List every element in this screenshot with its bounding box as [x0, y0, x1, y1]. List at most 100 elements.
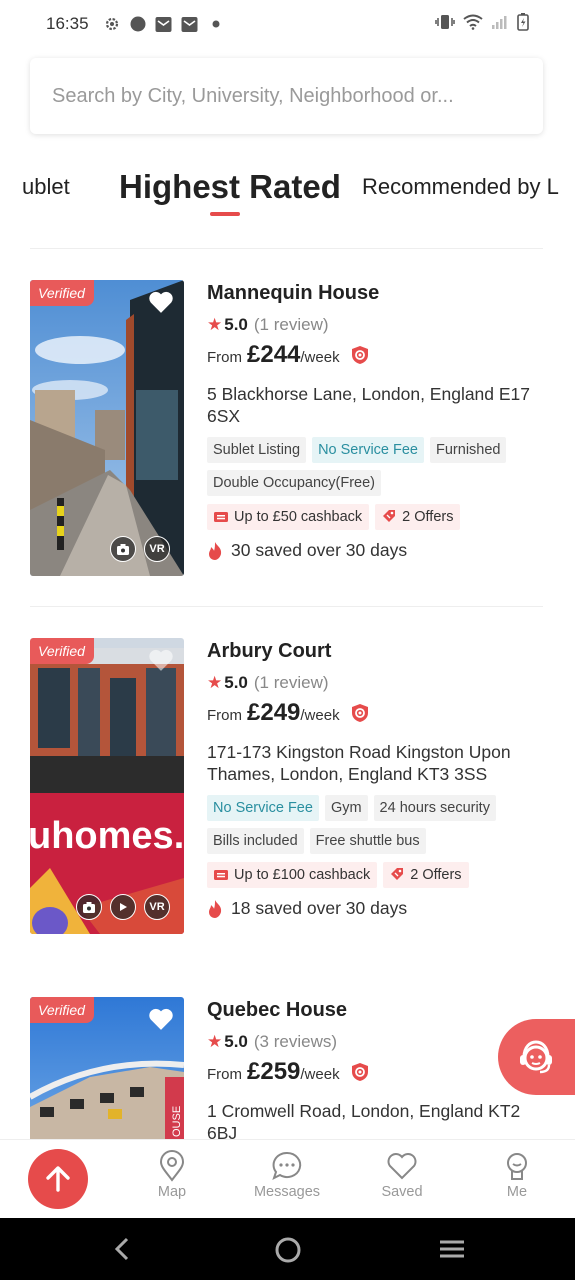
- listing-title[interactable]: Mannequin House: [207, 282, 543, 305]
- vibrate-icon: [435, 14, 455, 35]
- tag: Gym: [324, 795, 368, 821]
- price-amount: £249: [247, 699, 301, 726]
- listing-price: From £259 /week: [207, 1058, 543, 1086]
- favorite-heart-icon[interactable]: [148, 290, 174, 314]
- price-prefix: From: [207, 349, 242, 366]
- search-input[interactable]: [52, 84, 521, 108]
- price-prefix: From: [207, 707, 242, 724]
- nav-label: Messages: [253, 1184, 321, 1200]
- photo-sign-text: uhomes.c: [30, 815, 184, 857]
- listing-photo[interactable]: Verified VR: [30, 280, 184, 576]
- listing-tags: No Service Fee Gym 24 hours security Bil…: [207, 795, 543, 854]
- category-tabs: ublet Highest Rated Recommended by L: [0, 160, 575, 220]
- cashback-text: Up to £100 cashback: [234, 867, 371, 883]
- cashback-text: Up to £50 cashback: [234, 509, 363, 525]
- cashback-perk[interactable]: Up to £50 cashback: [207, 504, 370, 530]
- saved-count-row: 30 saved over 30 days: [207, 540, 543, 561]
- active-tab-indicator: [210, 212, 240, 216]
- tab-highest-rated[interactable]: Highest Rated: [119, 168, 341, 206]
- nav-item-messages[interactable]: Messages: [242, 1150, 332, 1200]
- price-guarantee-shield-icon[interactable]: [350, 1062, 370, 1082]
- nav-item-map[interactable]: Map: [127, 1150, 217, 1200]
- nav-label: Map: [157, 1184, 187, 1200]
- listing-address: 171-173 Kingston Road Kingston Upon Tham…: [207, 742, 511, 784]
- person-icon: [507, 1153, 527, 1180]
- price-guarantee-shield-icon[interactable]: [350, 345, 370, 365]
- offers-perk[interactable]: 2 Offers: [383, 862, 469, 888]
- nav-item-saved[interactable]: Saved: [357, 1150, 447, 1200]
- listing-card[interactable]: Verified VR Mannequin House ★ 5.0 (1 rev…: [30, 280, 543, 580]
- listing-card[interactable]: uhomes.c Verified VR Arbury Court ★ 5.0 …: [30, 638, 543, 938]
- star-icon: ★: [207, 673, 223, 692]
- divider: [30, 606, 543, 607]
- offers-perk[interactable]: 2 Offers: [375, 504, 461, 530]
- photo-gallery-icon[interactable]: [110, 536, 136, 562]
- tab-recommended[interactable]: Recommended by L: [362, 174, 559, 200]
- notification-dot-icon: [207, 15, 225, 33]
- listing-address: 1 Cromwell Road, London, England KT2 6BJ: [207, 1101, 521, 1139]
- tag: 24 hours security: [373, 795, 496, 821]
- video-play-icon[interactable]: [110, 894, 136, 920]
- vr-tour-button[interactable]: VR: [144, 536, 170, 562]
- tab-sublet[interactable]: ublet: [22, 174, 70, 200]
- battery-charging-icon: [517, 12, 529, 36]
- listing-tags: Sublet Listing No Service Fee Furnished …: [207, 437, 543, 496]
- chat-bubble-icon: [272, 1151, 302, 1180]
- photo-sign-text: OUSE: [171, 1106, 183, 1137]
- price-amount: £244: [247, 341, 301, 368]
- price-amount: £259: [247, 1058, 301, 1085]
- status-time: 16:35: [46, 14, 89, 33]
- offers-text: 2 Offers: [410, 867, 462, 883]
- rating-value: 5.0: [224, 673, 248, 692]
- tag-no-service-fee: No Service Fee: [207, 795, 319, 821]
- verified-badge: Verified: [30, 638, 94, 664]
- star-icon: ★: [207, 315, 223, 334]
- fire-icon: [209, 541, 222, 560]
- tag: Double Occupancy(Free): [207, 470, 381, 496]
- listing-address: 5 Blackhorse Lane, London, England E17 6…: [207, 384, 531, 426]
- listing-rating: ★ 5.0 (1 review): [207, 673, 543, 693]
- price-suffix: /week: [300, 349, 340, 366]
- tag: Furnished: [430, 437, 507, 463]
- listing-photo-image: [30, 280, 184, 576]
- search-bar[interactable]: [30, 58, 543, 134]
- scroll-to-top-button[interactable]: [28, 1149, 88, 1209]
- offers-text: 2 Offers: [402, 509, 454, 525]
- photo-gallery-icon[interactable]: [76, 894, 102, 920]
- customer-support-button[interactable]: [498, 1019, 575, 1095]
- star-icon: ★: [207, 1032, 223, 1051]
- nav-item-me[interactable]: Me: [472, 1150, 562, 1200]
- tag: Free shuttle bus: [309, 828, 426, 854]
- listing-photo[interactable]: OUSE Verified: [30, 997, 184, 1139]
- back-icon[interactable]: [110, 1236, 134, 1262]
- favorite-heart-icon[interactable]: [148, 648, 174, 672]
- price-guarantee-shield-icon[interactable]: [350, 703, 370, 723]
- system-nav-bar: [0, 1218, 575, 1280]
- price-suffix: /week: [300, 707, 340, 724]
- tag: Sublet Listing: [207, 437, 307, 463]
- cashback-ticket-icon: [214, 870, 228, 880]
- mail-icon: [181, 15, 199, 33]
- cashback-ticket-icon: [214, 512, 228, 522]
- listing-photo[interactable]: uhomes.c Verified VR: [30, 638, 184, 934]
- listing-card[interactable]: OUSE Verified Quebec House ★ 5.0 (3 revi…: [30, 997, 543, 1139]
- price-prefix: From: [207, 1066, 242, 1083]
- home-icon[interactable]: [274, 1236, 302, 1264]
- nav-label: Me: [506, 1184, 528, 1200]
- listing-title[interactable]: Quebec House: [207, 999, 543, 1022]
- verified-badge: Verified: [30, 280, 94, 306]
- bottom-nav: Map Messages Saved Me: [0, 1139, 575, 1218]
- cashback-perk[interactable]: Up to £100 cashback: [207, 862, 378, 888]
- recent-apps-icon[interactable]: [438, 1236, 466, 1262]
- offer-tag-icon: [383, 510, 396, 522]
- wifi-icon: [463, 14, 483, 35]
- favorite-heart-icon[interactable]: [148, 1007, 174, 1031]
- map-pin-icon: [159, 1150, 185, 1182]
- compass-icon: [129, 15, 147, 33]
- arrow-up-icon: [46, 1166, 70, 1192]
- review-count: (1 review): [253, 673, 329, 692]
- listing-photo-image: uhomes.c: [30, 638, 184, 934]
- listing-perks: Up to £50 cashback 2 Offers: [207, 504, 543, 530]
- listing-title[interactable]: Arbury Court: [207, 640, 543, 663]
- vr-tour-button[interactable]: VR: [144, 894, 170, 920]
